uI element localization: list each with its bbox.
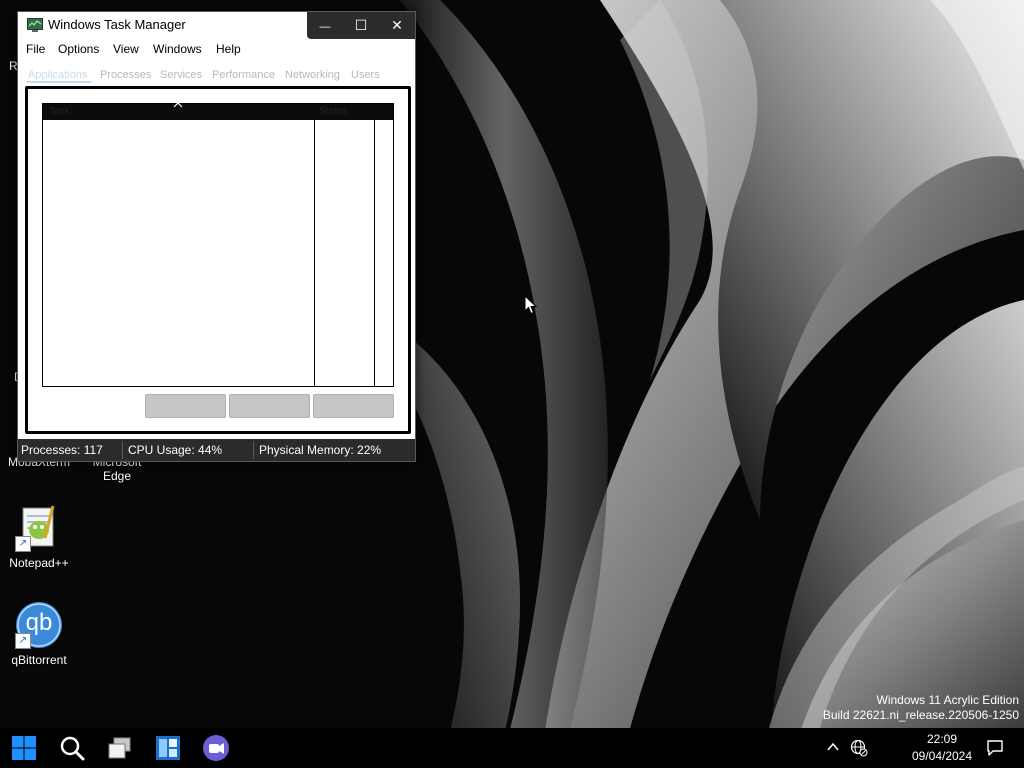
- minimize-icon: —: [319, 21, 331, 33]
- shortcut-arrow-icon: ↗: [15, 633, 31, 649]
- task-manager-window[interactable]: Windows Task Manager — ☐ ✕ File Options …: [17, 11, 416, 462]
- task-view-icon[interactable]: [104, 732, 136, 764]
- caption-buttons: — ☐ ✕: [307, 12, 415, 39]
- clock-date: 09/04/2024: [911, 749, 973, 763]
- applications-panel: Task Status: [25, 86, 411, 434]
- maximize-button[interactable]: ☐: [343, 12, 379, 39]
- tab-strip: Applications Processes Services Performa…: [18, 59, 415, 85]
- tab-users[interactable]: Users: [351, 69, 380, 81]
- menu-file[interactable]: File: [26, 42, 45, 56]
- menu-options[interactable]: Options: [58, 42, 99, 56]
- menu-help[interactable]: Help: [216, 42, 241, 56]
- menu-view[interactable]: View: [113, 42, 139, 56]
- edition-watermark: Windows 11 Acrylic Edition Build 22621.n…: [823, 693, 1019, 723]
- notepadpp-icon: ↗: [15, 504, 63, 552]
- column-header-task[interactable]: Task: [49, 106, 70, 117]
- mouse-cursor-icon: [524, 295, 538, 315]
- taskbar: 22:09 09/04/2024: [0, 728, 1024, 768]
- status-separator: [122, 441, 123, 459]
- status-separator: [253, 441, 254, 459]
- show-hidden-icons-chevron-icon[interactable]: [826, 740, 840, 754]
- tab-performance[interactable]: Performance: [212, 69, 275, 81]
- notification-center-icon[interactable]: [986, 739, 1004, 757]
- tab-networking[interactable]: Networking: [285, 69, 340, 81]
- status-processes: Processes: 117: [21, 443, 103, 457]
- status-bar: Processes: 117 CPU Usage: 44% Physical M…: [18, 439, 415, 461]
- desktop-icon-notepadpp[interactable]: ↗ Notepad++: [0, 504, 79, 570]
- task-manager-app-icon: [27, 18, 43, 32]
- minimize-button[interactable]: —: [307, 12, 343, 39]
- window-title: Windows Task Manager: [48, 17, 186, 32]
- shortcut-arrow-icon: ↗: [15, 536, 31, 552]
- maximize-icon: ☐: [354, 17, 368, 33]
- close-icon: ✕: [391, 17, 403, 33]
- tab-applications[interactable]: Applications: [28, 69, 87, 81]
- task-list-header: Task Status: [43, 102, 393, 120]
- end-task-button[interactable]: [145, 394, 226, 418]
- switch-to-button[interactable]: [229, 394, 310, 418]
- taskbar-clock[interactable]: 22:09 09/04/2024: [900, 731, 984, 765]
- chat-icon[interactable]: [200, 732, 232, 764]
- new-task-button[interactable]: [313, 394, 394, 418]
- tab-processes[interactable]: Processes: [100, 69, 151, 81]
- widgets-icon[interactable]: [152, 732, 184, 764]
- title-bar[interactable]: Windows Task Manager — ☐ ✕: [18, 12, 415, 39]
- search-icon[interactable]: [56, 732, 88, 764]
- status-cpu-usage: CPU Usage: 44%: [128, 443, 223, 457]
- active-tab-indicator: [27, 81, 91, 83]
- qbittorrent-icon: qb ↗: [15, 601, 63, 649]
- desktop-icon-label: qBittorrent: [11, 653, 67, 667]
- column-divider: [374, 120, 375, 386]
- clock-time: 22:09: [926, 732, 958, 746]
- watermark-build: Build 22621.ni_release.220506-1250: [822, 708, 1019, 722]
- close-button[interactable]: ✕: [379, 12, 415, 39]
- task-list[interactable]: Task Status: [42, 102, 394, 387]
- status-physical-memory: Physical Memory: 22%: [259, 443, 382, 457]
- network-globe-icon[interactable]: [850, 739, 868, 757]
- desktop-icon-label: Notepad++: [9, 556, 69, 570]
- desktop-icon-qbittorrent[interactable]: qb ↗ qBittorrent: [0, 601, 79, 667]
- watermark-edition: Windows 11 Acrylic Edition: [876, 693, 1020, 707]
- menu-windows[interactable]: Windows: [153, 42, 202, 56]
- column-divider: [314, 120, 315, 386]
- sort-ascending-icon: [173, 102, 183, 108]
- tab-services[interactable]: Services: [160, 69, 202, 81]
- menu-bar: File Options View Windows Help: [18, 39, 415, 59]
- column-header-status[interactable]: Status: [319, 106, 347, 117]
- start-icon[interactable]: [8, 732, 40, 764]
